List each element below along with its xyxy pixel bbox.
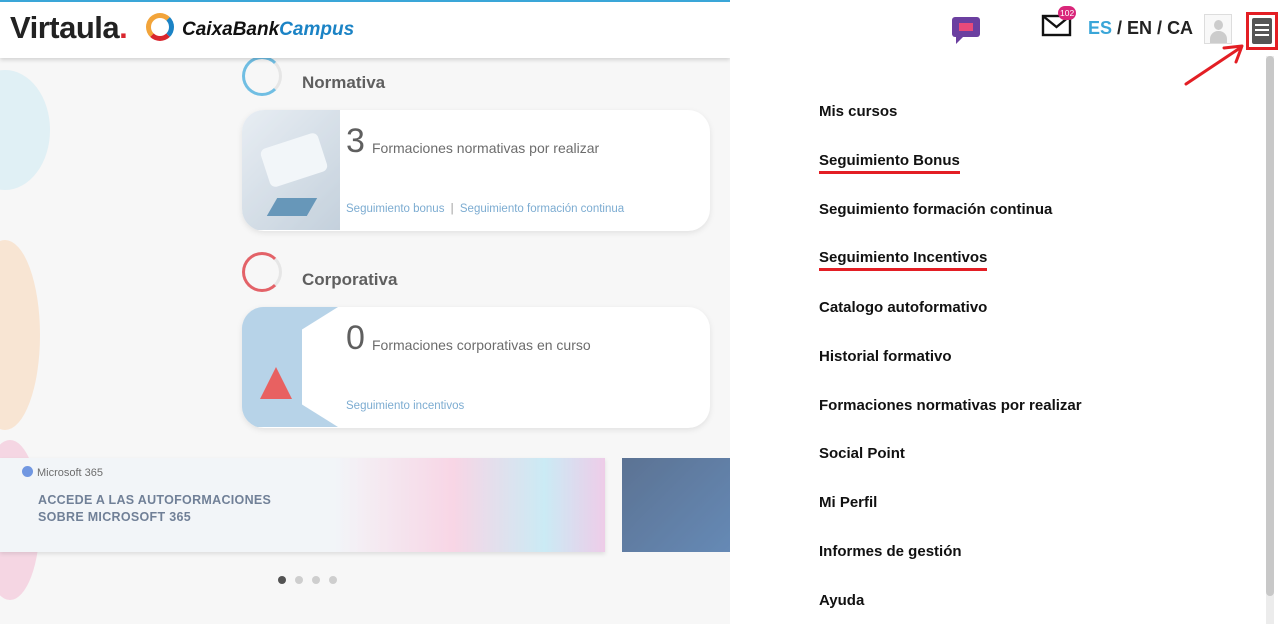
menu-item-social-point[interactable]: Social Point — [819, 445, 905, 462]
side-menu-panel — [730, 0, 1280, 624]
lang-en[interactable]: EN — [1127, 18, 1152, 38]
annotation-arrow-icon — [1184, 44, 1244, 86]
caixabank-campus-logo: CaixaBankCampus — [182, 19, 355, 40]
lang-es[interactable]: ES — [1088, 18, 1112, 38]
menu-item-seguimiento-incentivos[interactable]: Seguimiento Incentivos — [819, 249, 988, 271]
menu-item-seguimiento-bonus[interactable]: Seguimiento Bonus — [819, 152, 960, 174]
virtaula-logo[interactable]: Virtaula. — [10, 10, 128, 46]
caixabank-logo-icon — [146, 13, 174, 41]
menu-item-mi-perfil[interactable]: Mi Perfil — [819, 494, 877, 511]
menu-item-informes-de-gestion[interactable]: Informes de gestión — [819, 543, 962, 560]
lang-ca[interactable]: CA — [1167, 18, 1193, 38]
scrollbar-thumb[interactable] — [1266, 56, 1274, 596]
hamburger-icon — [1252, 18, 1272, 44]
dimming-overlay[interactable] — [0, 0, 730, 624]
menu-item-seguimiento-formacion-continua[interactable]: Seguimiento formación continua — [819, 201, 1052, 218]
lang-separator: / — [1112, 18, 1128, 38]
header-bar: Virtaula. CaixaBankCampus — [0, 0, 730, 58]
menu-item-formaciones-normativas[interactable]: Formaciones normativas por realizar — [819, 397, 1082, 414]
user-icon — [1214, 20, 1223, 30]
menu-item-catalogo-autoformativo[interactable]: Catalogo autoformativo — [819, 299, 987, 316]
menu-item-ayuda[interactable]: Ayuda — [819, 592, 864, 609]
menu-item-historial-formativo[interactable]: Historial formativo — [819, 348, 952, 365]
language-switcher: ES / EN / CA — [1088, 18, 1193, 39]
menu-item-mis-cursos[interactable]: Mis cursos — [819, 103, 897, 120]
lang-separator: / — [1152, 18, 1168, 38]
mail-unread-badge: 102 — [1058, 6, 1077, 20]
chat-icon[interactable] — [950, 15, 982, 45]
